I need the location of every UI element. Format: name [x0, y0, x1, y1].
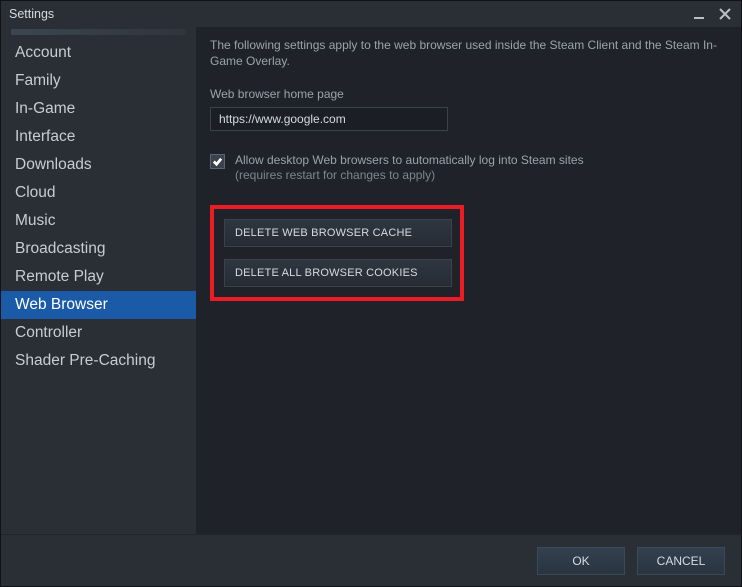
cancel-button[interactable]: CANCEL: [637, 547, 725, 575]
titlebar: Settings: [1, 1, 741, 27]
delete-cache-button[interactable]: DELETE WEB BROWSER CACHE: [224, 219, 452, 247]
sidebar-scroll-top: [11, 29, 186, 35]
close-icon[interactable]: [717, 6, 733, 22]
sidebar-item-family[interactable]: Family: [1, 67, 196, 95]
minimize-icon[interactable]: [691, 6, 707, 22]
ok-button[interactable]: OK: [537, 547, 625, 575]
allow-desktop-login-sub: (requires restart for changes to apply): [235, 168, 435, 182]
homepage-label: Web browser home page: [210, 87, 727, 101]
sidebar-item-music[interactable]: Music: [1, 207, 196, 235]
sidebar-item-shader-pre-caching[interactable]: Shader Pre-Caching: [1, 347, 196, 375]
highlight-box: DELETE WEB BROWSER CACHE DELETE ALL BROW…: [210, 205, 464, 301]
sidebar-item-web-browser[interactable]: Web Browser: [1, 291, 196, 319]
sidebar-item-remote-play[interactable]: Remote Play: [1, 263, 196, 291]
window-title: Settings: [9, 7, 54, 21]
window-body: Account Family In-Game Interface Downloa…: [1, 27, 741, 534]
allow-desktop-login-checkbox[interactable]: [210, 154, 225, 169]
footer: OK CANCEL: [1, 534, 741, 586]
sidebar-item-account[interactable]: Account: [1, 39, 196, 67]
delete-cookies-button[interactable]: DELETE ALL BROWSER COOKIES: [224, 259, 452, 287]
content-panel: The following settings apply to the web …: [196, 27, 741, 534]
allow-desktop-login-label: Allow desktop Web browsers to automatica…: [235, 153, 584, 167]
sidebar-item-cloud[interactable]: Cloud: [1, 179, 196, 207]
intro-text: The following settings apply to the web …: [210, 37, 727, 69]
sidebar-item-downloads[interactable]: Downloads: [1, 151, 196, 179]
allow-desktop-login-text: Allow desktop Web browsers to automatica…: [235, 153, 584, 183]
sidebar-item-controller[interactable]: Controller: [1, 319, 196, 347]
allow-desktop-login-row: Allow desktop Web browsers to automatica…: [210, 153, 727, 183]
sidebar-item-broadcasting[interactable]: Broadcasting: [1, 235, 196, 263]
sidebar-item-interface[interactable]: Interface: [1, 123, 196, 151]
sidebar-item-in-game[interactable]: In-Game: [1, 95, 196, 123]
sidebar: Account Family In-Game Interface Downloa…: [1, 27, 196, 534]
settings-window: Settings Account Family In-Game Interfac…: [0, 0, 742, 587]
homepage-input[interactable]: [210, 107, 448, 131]
